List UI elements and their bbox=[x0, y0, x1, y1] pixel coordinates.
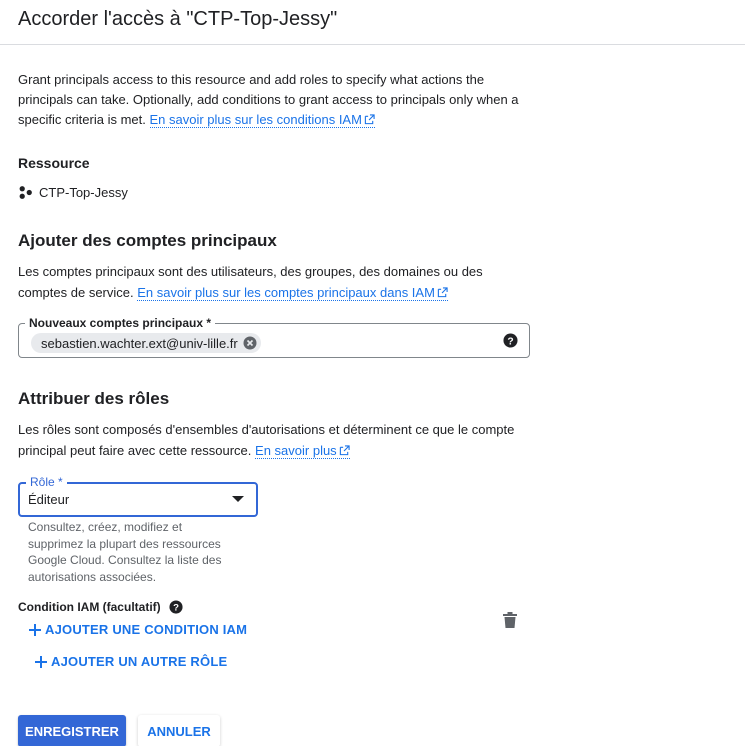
principals-heading: Ajouter des comptes principaux bbox=[18, 231, 277, 250]
svg-text:?: ? bbox=[173, 603, 179, 614]
chip-remove-icon[interactable] bbox=[243, 336, 257, 350]
cancel-button[interactable]: ANNULER bbox=[138, 715, 220, 746]
iam-conditions-link[interactable]: En savoir plus sur les conditions IAM bbox=[149, 112, 375, 128]
dropdown-arrow-icon[interactable] bbox=[232, 496, 244, 502]
role-select[interactable]: Rôle * Éditeur bbox=[18, 475, 258, 517]
project-icon bbox=[19, 185, 32, 199]
roles-description: Les rôles sont composés d'ensembles d'au… bbox=[18, 422, 515, 459]
plus-icon bbox=[29, 623, 41, 636]
roles-learn-more-link[interactable]: En savoir plus bbox=[255, 443, 350, 459]
roles-heading: Attribuer des rôles bbox=[18, 389, 170, 408]
resource-name: CTP-Top-Jessy bbox=[39, 184, 128, 200]
external-link-icon bbox=[437, 287, 448, 298]
principals-description: Les comptes principaux sont des utilisat… bbox=[18, 264, 483, 301]
principal-chip[interactable]: sebastien.wachter.ext@univ-lille.fr bbox=[31, 333, 261, 353]
resource-heading: Ressource bbox=[18, 155, 90, 171]
intro-text: Grant principals access to this resource… bbox=[18, 70, 533, 130]
delete-icon[interactable] bbox=[503, 612, 517, 628]
dialog-header: Accorder l'accès à "CTP-Top-Jessy" bbox=[0, 0, 745, 45]
role-label: Rôle * bbox=[26, 475, 67, 489]
new-principals-label: Nouveaux comptes principaux * bbox=[25, 316, 216, 330]
principal-chip-label: sebastien.wachter.ext@univ-lille.fr bbox=[41, 335, 238, 351]
help-icon[interactable]: ? bbox=[503, 333, 518, 348]
external-link-icon bbox=[364, 114, 375, 125]
external-link-icon bbox=[339, 445, 350, 456]
svg-text:?: ? bbox=[507, 336, 513, 347]
dialog-title: Accorder l'accès à "CTP-Top-Jessy" bbox=[18, 8, 338, 30]
help-icon[interactable]: ? bbox=[169, 600, 183, 614]
save-button[interactable]: ENREGISTRER bbox=[18, 715, 126, 746]
add-iam-condition-button[interactable]: AJOUTER UNE CONDITION IAM bbox=[28, 622, 247, 637]
add-another-role-button[interactable]: AJOUTER UN AUTRE RÔLE bbox=[34, 654, 227, 669]
new-principals-field[interactable]: Nouveaux comptes principaux * sebastien.… bbox=[18, 316, 530, 358]
plus-icon bbox=[35, 655, 47, 668]
role-value: Éditeur bbox=[28, 492, 70, 507]
iam-condition-label: Condition IAM (facultatif) ? bbox=[18, 600, 183, 614]
resource-row: CTP-Top-Jessy bbox=[18, 183, 128, 201]
role-hint: Consultez, créez, modifiez et supprimez … bbox=[28, 520, 222, 584]
principals-link[interactable]: En savoir plus sur les comptes principau… bbox=[137, 285, 448, 301]
